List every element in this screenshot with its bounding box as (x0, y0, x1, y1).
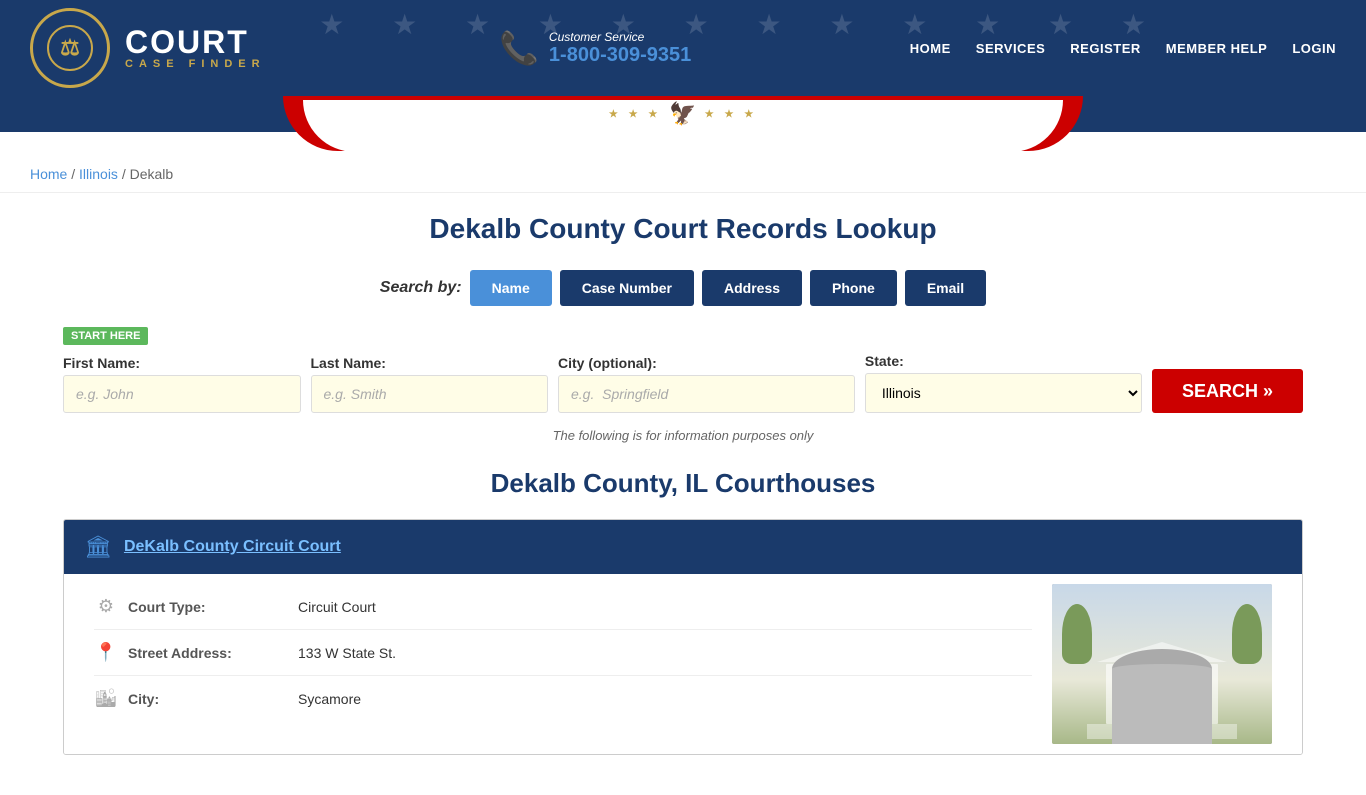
state-label: State: (865, 353, 1142, 369)
logo-text: COURT CASE FINDER (110, 18, 281, 78)
breadcrumb-home[interactable]: Home (30, 166, 67, 182)
columns-row (1057, 664, 1267, 724)
lastname-label: Last Name: (311, 355, 549, 371)
phone-icon: 📞 (499, 29, 539, 67)
logo-subtitle-text: CASE FINDER (125, 58, 266, 70)
tab-name[interactable]: Name (470, 270, 552, 306)
court-card: 🏛 DeKalb County Circuit Court ⚙ Court Ty… (63, 519, 1303, 755)
main-content: Dekalb County Court Records Lookup Searc… (33, 193, 1333, 795)
customer-service: 📞 Customer Service 1-800-309-9351 (499, 29, 691, 67)
tab-phone[interactable]: Phone (810, 270, 897, 306)
firstname-label: First Name: (63, 355, 301, 371)
city-icon: 🏙 (94, 688, 118, 709)
city-detail-label: City: (128, 691, 288, 707)
info-note: The following is for information purpose… (63, 428, 1303, 443)
breadcrumb-state[interactable]: Illinois (79, 166, 118, 182)
tab-case-number[interactable]: Case Number (560, 270, 694, 306)
breadcrumb: Home / Illinois / Dekalb (0, 156, 1366, 193)
nav-services[interactable]: SERVICES (976, 41, 1046, 56)
svg-text:⚖: ⚖ (60, 35, 80, 60)
cs-text: Customer Service 1-800-309-9351 (549, 30, 691, 67)
tab-email[interactable]: Email (905, 270, 986, 306)
firstname-group: First Name: (63, 355, 301, 413)
logo-area: ⚖ COURT CASE FINDER (30, 8, 281, 88)
tab-address[interactable]: Address (702, 270, 802, 306)
detail-row-city: 🏙 City: Sycamore (94, 676, 1032, 721)
form-row: First Name: Last Name: City (optional): … (63, 353, 1303, 413)
start-here-badge: START HERE (63, 327, 148, 345)
court-type-icon: ⚙ (94, 596, 118, 617)
court-image-inner (1052, 584, 1272, 744)
search-form-section: START HERE First Name: Last Name: City (… (63, 326, 1303, 413)
arch-stars-right: ★ ★ ★ (705, 109, 757, 120)
firstname-input[interactable] (63, 375, 301, 413)
address-value: 133 W State St. (298, 645, 396, 661)
main-nav: HOME SERVICES REGISTER MEMBER HELP LOGIN (910, 41, 1336, 56)
nav-home[interactable]: HOME (910, 41, 951, 56)
arch-eagle-emblem: ★ ★ ★ 🦅 ★ ★ ★ (609, 101, 757, 127)
court-card-body: ⚙ Court Type: Circuit Court 📍 Street Add… (64, 574, 1302, 754)
state-select[interactable]: Illinois (865, 373, 1142, 413)
cs-phone: 1-800-309-9351 (549, 44, 691, 67)
search-by-row: Search by: Name Case Number Address Phon… (63, 270, 1303, 306)
address-label: Street Address: (128, 645, 288, 661)
court-type-label: Court Type: (128, 599, 288, 615)
breadcrumb-county: Dekalb (130, 166, 174, 182)
court-image (1052, 584, 1272, 744)
nav-login[interactable]: LOGIN (1292, 41, 1336, 56)
address-icon: 📍 (94, 642, 118, 663)
state-group: State: Illinois (865, 353, 1142, 413)
city-label: City (optional): (558, 355, 855, 371)
detail-row-court-type: ⚙ Court Type: Circuit Court (94, 584, 1032, 630)
banner-arch: ★ ★ ★ 🦅 ★ ★ ★ (0, 96, 1366, 156)
nav-register[interactable]: REGISTER (1070, 41, 1140, 56)
cs-label: Customer Service (549, 30, 691, 44)
search-button[interactable]: SEARCH » (1152, 369, 1303, 413)
court-name-link[interactable]: DeKalb County Circuit Court (124, 538, 341, 556)
nav-member-help[interactable]: MEMBER HELP (1166, 41, 1268, 56)
search-by-label: Search by: (380, 279, 462, 297)
breadcrumb-sep2: / (122, 166, 130, 182)
eagle-icon: 🦅 (669, 101, 696, 127)
city-input[interactable] (558, 375, 855, 413)
lastname-group: Last Name: (311, 355, 549, 413)
court-type-value: Circuit Court (298, 599, 376, 615)
logo-emblem: ⚖ (30, 8, 110, 88)
site-header: ⚖ COURT CASE FINDER 📞 Customer Service 1… (0, 0, 1366, 96)
breadcrumb-sep1: / (71, 166, 79, 182)
city-group: City (optional): (558, 355, 855, 413)
arch-stars-left: ★ ★ ★ (609, 109, 661, 120)
page-title: Dekalb County Court Records Lookup (63, 213, 1303, 245)
courthouse-icon: 🏛 (84, 534, 112, 560)
city-detail-value: Sycamore (298, 691, 361, 707)
detail-row-address: 📍 Street Address: 133 W State St. (94, 630, 1032, 676)
courthouses-title: Dekalb County, IL Courthouses (63, 468, 1303, 499)
court-card-header: 🏛 DeKalb County Circuit Court (64, 520, 1302, 574)
court-details: ⚙ Court Type: Circuit Court 📍 Street Add… (94, 584, 1032, 744)
lastname-input[interactable] (311, 375, 549, 413)
logo-court-text: COURT (125, 26, 249, 58)
